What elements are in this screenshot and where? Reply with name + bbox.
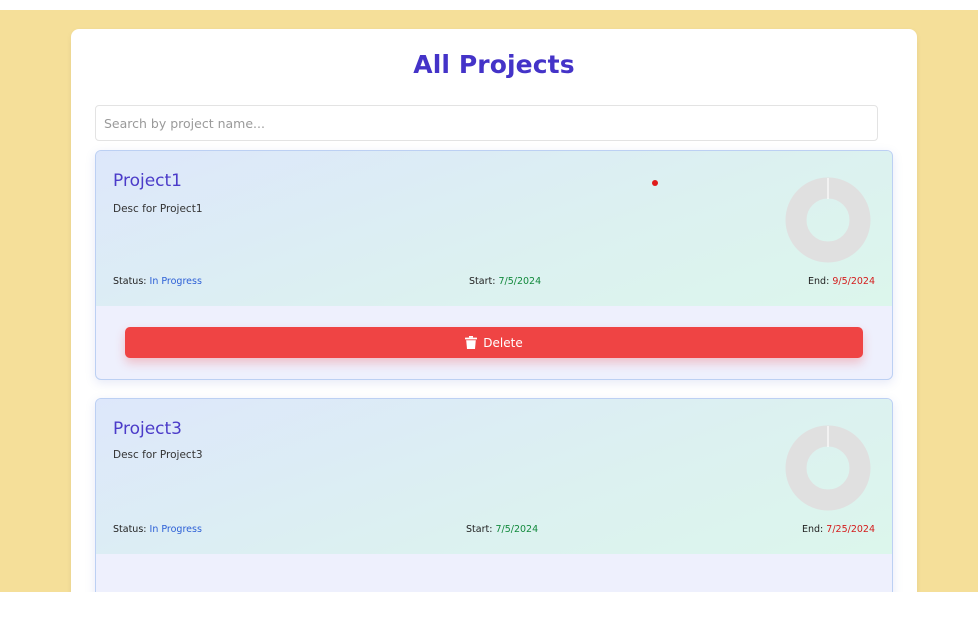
end-field: End: 7/25/2024: [802, 524, 875, 535]
status-field: Status: In Progress: [113, 524, 202, 535]
trash-icon: [465, 336, 478, 349]
cursor-dot: [652, 180, 658, 186]
donut-chart-icon: [785, 425, 871, 511]
project-name: Project3: [113, 419, 182, 439]
start-field: Start: 7/5/2024: [466, 524, 538, 535]
status-label: Status:: [113, 524, 147, 535]
status-field: Status: In Progress: [113, 276, 202, 287]
project-description: Desc for Project3: [113, 449, 203, 461]
start-label: Start:: [466, 524, 493, 535]
project-card-body: Project3 Desc for Project3 Status: In Pr…: [96, 399, 892, 554]
start-label: Start:: [469, 276, 496, 287]
page-background: All Projects Project1 Desc for Project1 …: [0, 10, 978, 592]
end-label: End:: [801, 524, 824, 535]
project-meta: Status: In Progress Start: 7/5/2024 End:…: [113, 524, 875, 538]
end-label: End:: [808, 276, 830, 287]
donut-chart-icon: [785, 177, 871, 263]
projects-panel: All Projects Project1 Desc for Project1 …: [71, 29, 917, 592]
status-value: In Progress: [149, 524, 202, 535]
start-field: Start: 7/5/2024: [469, 276, 541, 287]
page-title: All Projects: [413, 50, 575, 79]
end-date: 7/25/2024: [826, 524, 875, 535]
end-field: End: 9/5/2024: [808, 276, 875, 287]
project-description: Desc for Project1: [113, 203, 203, 215]
status-value: In Progress: [149, 276, 202, 287]
delete-label: Delete: [483, 335, 523, 350]
project-meta: Status: In Progress Start: 7/5/2024 End:…: [113, 276, 875, 290]
search-input[interactable]: [95, 105, 878, 141]
project-name: Project1: [113, 171, 182, 191]
project-card: Project1 Desc for Project1 Status: In Pr…: [95, 150, 893, 380]
project-card-body: Project1 Desc for Project1 Status: In Pr…: [96, 151, 892, 306]
start-date: 7/5/2024: [495, 524, 539, 535]
project-card: Project3 Desc for Project3 Status: In Pr…: [95, 398, 893, 592]
status-label: Status:: [113, 276, 147, 287]
delete-button[interactable]: Delete: [125, 327, 863, 358]
start-date: 7/5/2024: [498, 276, 542, 287]
end-date: 9/5/2024: [832, 276, 875, 287]
